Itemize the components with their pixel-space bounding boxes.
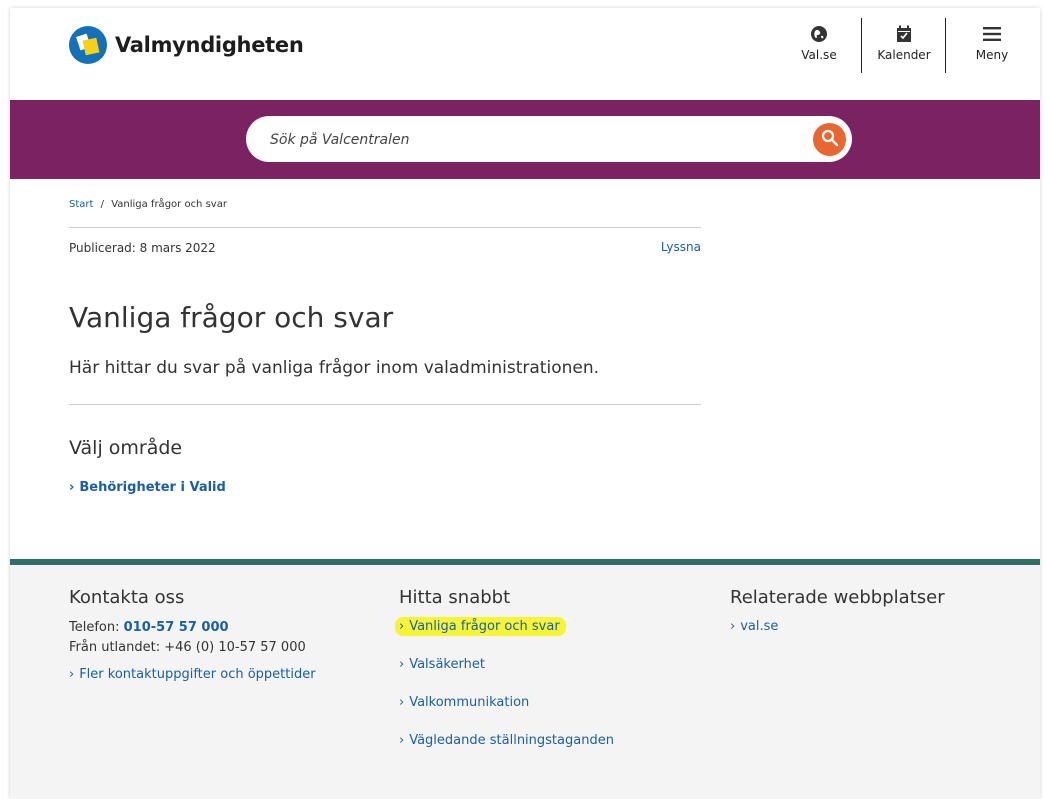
divider [69,227,701,228]
site-footer: Kontakta oss Telefon: 010-57 57 000 Från… [10,565,1040,799]
header-divider [861,18,862,73]
quick-link-valkommunikation[interactable]: › Valkommunikation [399,694,614,712]
search-band [10,100,1040,179]
quick-link-label: Vägledande ställningstaganden [409,733,614,748]
menu-button[interactable]: Meny [962,20,1022,62]
contact-heading: Kontakta oss [69,587,185,608]
phone-number[interactable]: 010-57 57 000 [124,620,229,635]
chevron-right-icon: › [399,695,405,710]
breadcrumb-home-link[interactable]: Start [69,199,93,210]
related-heading: Relaterade webbplatser [730,587,945,608]
more-contact-label: Fler kontaktuppgifter och öppettider [79,667,316,682]
breadcrumb: Start / Vanliga frågor och svar [69,199,227,210]
quick-link-label: Valsäkerhet [409,657,485,672]
chevron-right-icon: › [69,667,75,682]
site-header: Valmyndigheten Val.se Kalender Meny [10,8,1040,100]
valse-label: Val.se [801,48,837,62]
quick-link-faq[interactable]: › Vanliga frågor och svar [395,617,614,636]
quick-link-vagledande[interactable]: › Vägledande ställningstaganden [399,732,614,750]
quick-link-valsakerhet[interactable]: › Valsäkerhet [399,656,614,674]
search-icon [821,129,839,150]
published-date: Publicerad: 8 mars 2022 [69,241,216,255]
footer-related: Relaterade webbplatser › val.se [730,587,945,636]
related-link-label: val.se [740,619,779,634]
calendar-icon [874,20,934,48]
related-link-valse[interactable]: › val.se [730,618,945,636]
more-contact-link[interactable]: › Fler kontaktuppgifter och öppettider [69,666,316,684]
breadcrumb-separator: / [100,199,104,210]
page-lead: Här hittar du svar på vanliga frågor ino… [69,358,600,378]
hamburger-icon [962,20,1022,48]
quick-link-label: Valkommunikation [409,695,530,710]
page-frame: Valmyndigheten Val.se Kalender Meny Sök … [10,8,1040,799]
phone-line: Telefon: 010-57 57 000 [69,618,316,638]
abroad-phone: Från utlandet: +46 (0) 10-57 57 000 [69,640,306,655]
calendar-button[interactable]: Kalender [874,20,934,62]
footer-contact: Kontakta oss Telefon: 010-57 57 000 Från… [69,587,316,684]
breadcrumb-current: Vanliga frågor och svar [111,199,227,210]
globe-icon [789,20,849,48]
search-box [246,116,852,164]
chevron-right-icon: › [399,619,405,634]
quick-heading: Hitta snabbt [399,587,511,608]
valse-button[interactable]: Val.se [789,20,849,62]
search-button[interactable] [813,123,846,156]
menu-label: Meny [975,48,1009,62]
highlight-marker: › Vanliga frågor och svar [395,617,566,636]
chevron-right-icon: › [399,733,405,748]
chevron-right-icon: › [399,657,405,672]
quick-link-label: Vanliga frågor och svar [409,619,560,634]
site-logo[interactable]: Valmyndigheten [69,26,304,64]
chevron-right-icon: › [730,619,736,634]
chevron-right-icon: › [69,480,75,495]
footer-quick-links: Hitta snabbt › Vanliga frågor och svar › V… [395,587,614,750]
page-title: Vanliga frågor och svar [69,301,394,334]
area-heading: Välj område [69,437,183,459]
divider [69,404,701,405]
logo-icon [69,26,107,64]
area-link-label: Behörigheter i Valid [79,480,226,495]
listen-link[interactable]: Lyssna [661,240,701,254]
search-input[interactable] [268,116,792,164]
brand-name: Valmyndigheten [115,33,304,57]
phone-label: Telefon: [69,620,120,635]
calendar-label: Kalender [877,48,931,62]
header-divider [945,18,946,73]
area-link-behorigheter[interactable]: › Behörigheter i Valid [69,480,226,495]
